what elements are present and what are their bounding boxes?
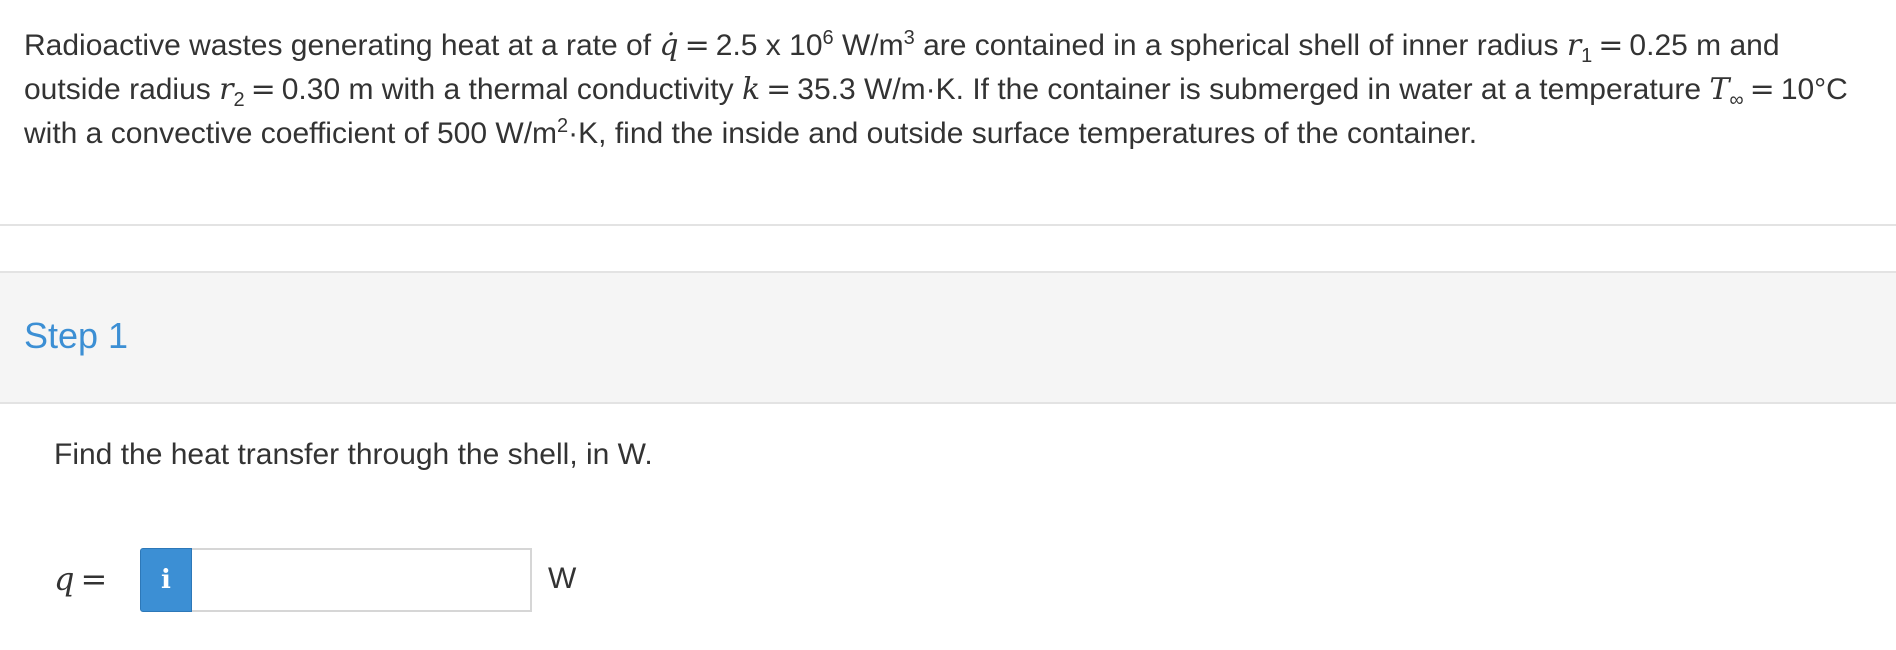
answer-variable: q [54, 560, 75, 598]
temperature-symbol: T [1709, 72, 1730, 107]
problem-text: 2.5 x 10 [715, 29, 823, 62]
step-title: Step 1 [24, 315, 129, 356]
question-text: Find the heat transfer through the shell… [54, 438, 653, 471]
exponent: 6 [822, 27, 834, 49]
problem-text: W/m [833, 29, 904, 62]
exponent: 2 [557, 115, 569, 137]
radius-symbol: r [1566, 28, 1582, 63]
info-icon[interactable]: i [140, 548, 192, 612]
answer-label: q = [54, 560, 113, 598]
equals-sign: = [1598, 28, 1624, 63]
subscript: 1 [1581, 45, 1593, 67]
problem-text: 0.30 m with a thermal conductivity [281, 73, 734, 106]
equals-sign: = [80, 560, 108, 598]
heat-rate-symbol: q̇ [659, 28, 679, 63]
problem-text: 35.3 W/m·K. If the container is submerge… [797, 73, 1702, 106]
conductivity-symbol: k [741, 72, 761, 107]
problem-text: are contained in a spherical shell of in… [914, 29, 1559, 62]
equals-sign: = [1749, 72, 1775, 107]
subscript: 2 [233, 89, 245, 111]
equals-sign: = [684, 28, 710, 63]
equals-sign: = [250, 72, 276, 107]
problem-statement: Radioactive wastes generating heat at a … [24, 24, 1884, 156]
radius-symbol: r [219, 72, 234, 107]
answer-input[interactable] [192, 548, 532, 612]
subscript: ∞ [1729, 89, 1744, 111]
exponent: 3 [903, 27, 915, 49]
section-divider [0, 224, 1896, 226]
problem-text: Radioactive wastes generating heat at a … [24, 29, 652, 62]
equals-sign: = [766, 72, 792, 107]
problem-text: ·K, find the inside and outside surface … [568, 117, 1478, 150]
answer-unit: W [548, 562, 577, 595]
step-header: Step 1 [0, 271, 1896, 404]
